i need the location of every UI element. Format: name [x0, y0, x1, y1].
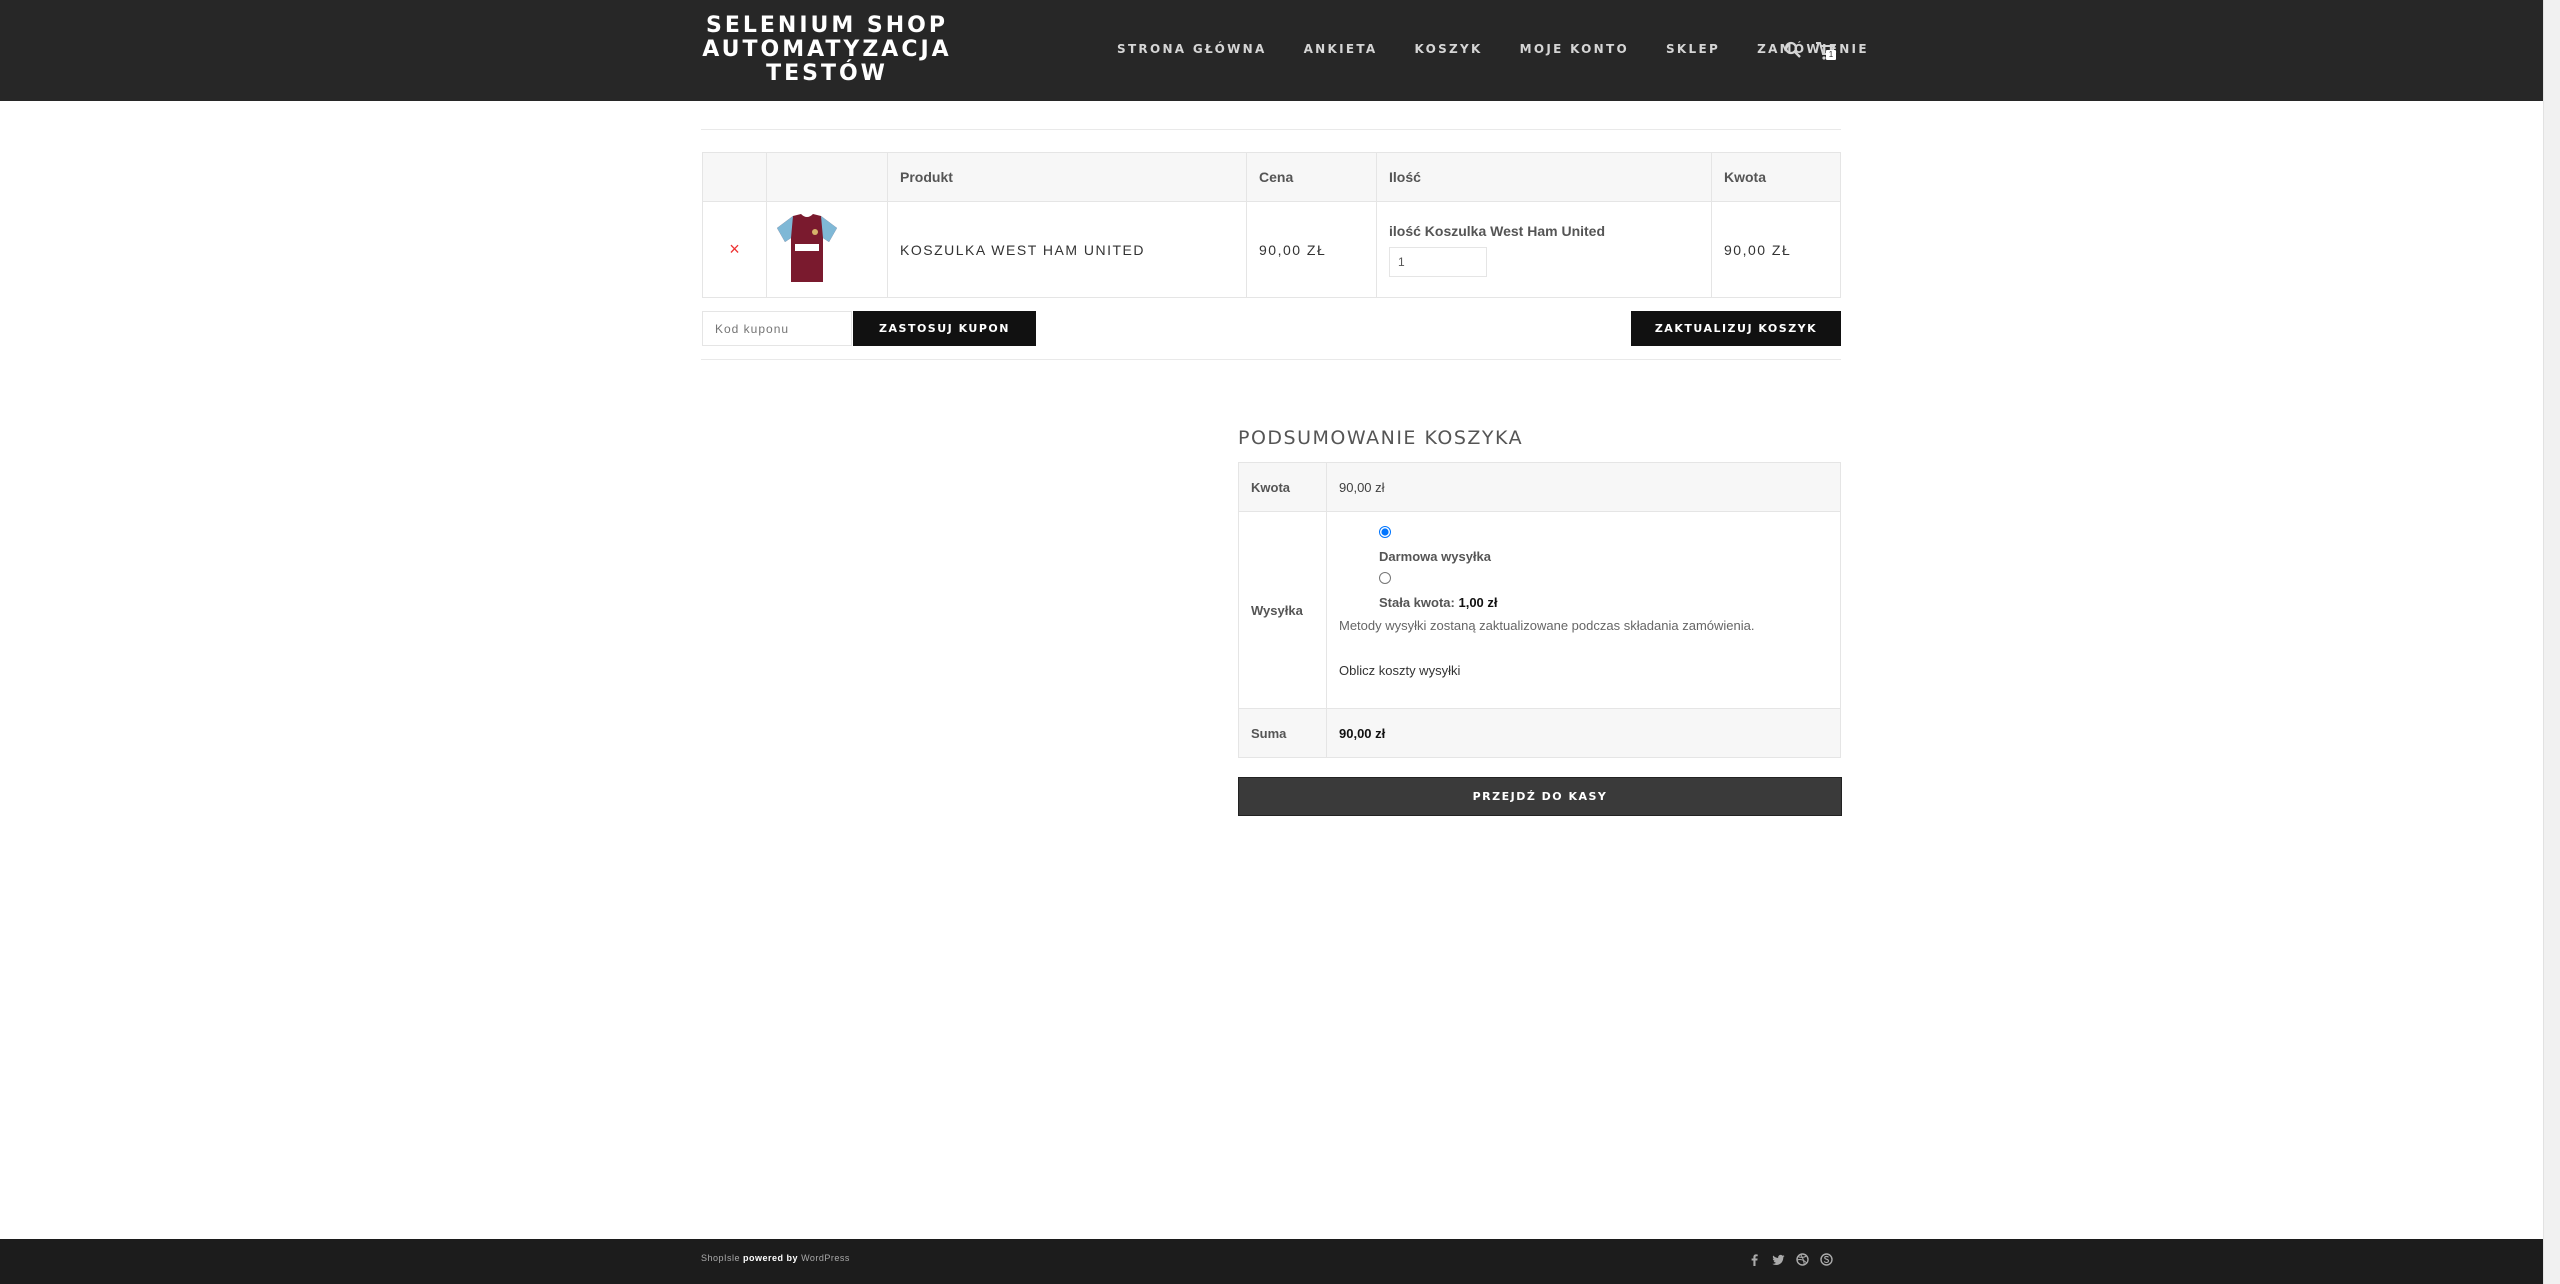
nav-item-cart[interactable]: KOSZYK — [1415, 42, 1483, 56]
shipping-free-radio[interactable] — [1379, 526, 1391, 538]
apply-coupon-button[interactable]: ZASTOSUJ KUPON — [853, 311, 1036, 346]
col-remove — [702, 152, 767, 202]
jersey-image — [777, 214, 837, 282]
subtotal-label: Kwota — [1238, 462, 1327, 512]
col-product: Produkt — [887, 152, 1247, 202]
cart-table-header: Produkt Cena Ilość Kwota — [702, 152, 1841, 202]
twitter-icon[interactable] — [1772, 1253, 1785, 1266]
footer-wordpress-link[interactable]: WordPress — [801, 1253, 850, 1263]
product-subtotal: 90,00 ZŁ — [1711, 201, 1841, 298]
col-price: Cena — [1246, 152, 1377, 202]
footer-powered-text: powered by — [743, 1253, 799, 1263]
total-label: Suma — [1238, 708, 1327, 758]
product-price: 90,00 ZŁ — [1246, 201, 1377, 298]
subtotal-row: Kwota 90,00 zł — [1238, 462, 1841, 512]
divider-bottom — [701, 359, 1841, 360]
update-cart-button[interactable]: ZAKTUALIZUJ KOSZYK — [1631, 311, 1841, 346]
col-thumbnail — [766, 152, 888, 202]
divider-top — [701, 129, 1841, 130]
search-icon[interactable] — [1784, 41, 1802, 59]
col-qty: Ilość — [1376, 152, 1712, 202]
product-name-link[interactable]: KOSZULKA WEST HAM UNITED — [887, 201, 1247, 298]
table-row: × KOSZULKA WEST HAM UNITED 90,00 ZŁ iloś… — [702, 201, 1841, 298]
cart-totals-table: Kwota 90,00 zł Wysyłka Darmowa wysyłka S… — [1238, 462, 1841, 758]
nav-item-survey[interactable]: ANKIETA — [1304, 42, 1378, 56]
footer — [0, 1239, 2543, 1284]
cart-totals-title: PODSUMOWANIE KOSZYKA — [1238, 427, 1524, 449]
shipping-flat-label[interactable]: Stała kwota: 1,00 zł — [1379, 595, 1828, 610]
footer-credits: ShopIsle powered by WordPress — [701, 1253, 850, 1263]
footer-shop-link[interactable]: ShopIsle — [701, 1253, 740, 1263]
logo-line-1: SELENIUM SHOP — [705, 13, 949, 38]
shipping-options: Darmowa wysyłka Stała kwota: 1,00 zł Met… — [1326, 511, 1841, 709]
shipping-note: Metody wysyłki zostaną zaktualizowane po… — [1339, 618, 1755, 633]
cart-table: Produkt Cena Ilość Kwota × KOSZULKA WEST… — [702, 152, 1841, 298]
calculate-shipping-link[interactable]: Oblicz koszty wysyłki — [1339, 663, 1828, 678]
proceed-to-checkout-button[interactable]: PRZEJDŹ DO KASY — [1238, 777, 1842, 816]
shipping-label: Wysyłka — [1238, 511, 1327, 709]
nav-item-shop[interactable]: SKLEP — [1666, 42, 1720, 56]
logo-line-2: AUTOMATYZACJA — [702, 37, 952, 62]
quantity-label: ilość Koszulka West Ham United — [1389, 222, 1606, 239]
nav-item-home[interactable]: STRONA GŁÓWNA — [1117, 42, 1267, 56]
cart-count-badge: 1 — [1826, 50, 1836, 60]
subtotal-value: 90,00 zł — [1326, 462, 1841, 512]
shipping-free-label[interactable]: Darmowa wysyłka — [1379, 549, 1828, 564]
shipping-flat-amount: 1,00 zł — [1458, 595, 1498, 610]
skype-icon[interactable] — [1820, 1253, 1833, 1266]
shipping-flat-prefix: Stała kwota: — [1379, 595, 1455, 610]
total-value: 90,00 zł — [1326, 708, 1841, 758]
nav-item-order[interactable]: ZAMÓWIENIE — [1757, 42, 1869, 56]
coupon-code-input[interactable] — [702, 311, 852, 346]
total-row: Suma 90,00 zł — [1238, 708, 1841, 758]
dribbble-icon[interactable] — [1796, 1253, 1809, 1266]
quantity-cell: ilość Koszulka West Ham United — [1376, 201, 1712, 298]
shipping-row: Wysyłka Darmowa wysyłka Stała kwota: 1,0… — [1238, 511, 1841, 709]
product-thumbnail[interactable] — [766, 201, 888, 298]
shipping-flat-radio[interactable] — [1379, 572, 1391, 584]
quantity-input[interactable] — [1389, 246, 1487, 277]
col-subtotal: Kwota — [1711, 152, 1841, 202]
scrollbar[interactable] — [2543, 0, 2560, 1284]
remove-item-icon[interactable]: × — [702, 201, 767, 298]
site-logo[interactable]: SELENIUM SHOP AUTOMATYZACJA TESTÓW — [700, 14, 954, 86]
logo-line-3: TESTÓW — [766, 61, 888, 86]
facebook-icon[interactable] — [1748, 1253, 1761, 1266]
nav-item-account[interactable]: MOJE KONTO — [1520, 42, 1629, 56]
